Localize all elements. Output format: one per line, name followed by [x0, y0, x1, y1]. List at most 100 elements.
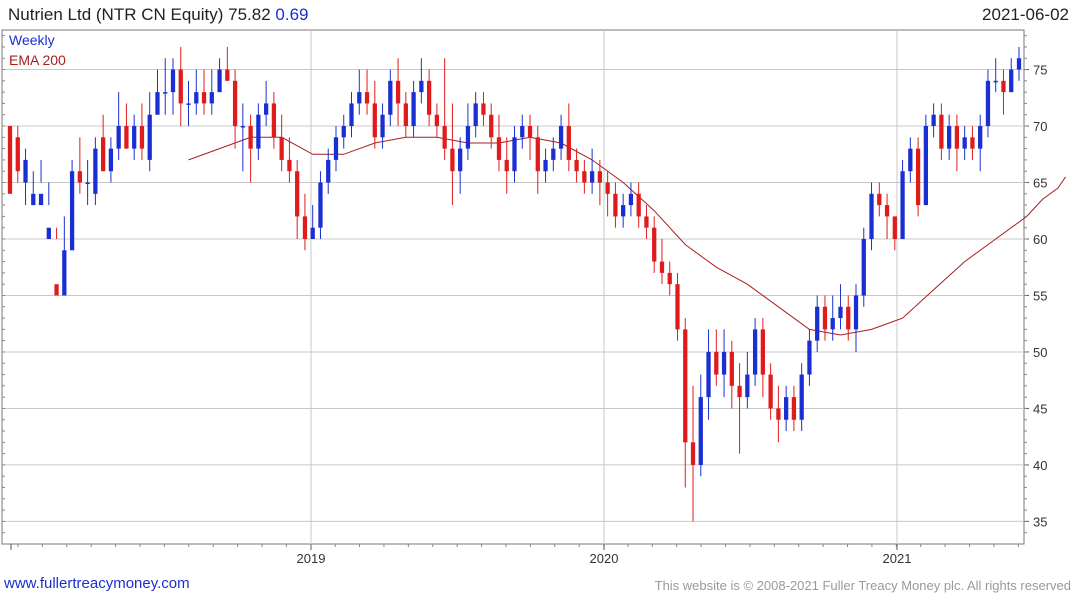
candle [473, 92, 478, 138]
y-tick-label: 45 [1033, 401, 1047, 416]
candle [403, 92, 408, 138]
candle-body [209, 92, 214, 104]
y-tick-label: 60 [1033, 232, 1047, 247]
candle [318, 171, 323, 239]
candle [698, 374, 703, 477]
candle-body [978, 126, 983, 149]
candle [636, 182, 641, 228]
candle-body [551, 148, 556, 160]
candle-body [85, 182, 90, 185]
candle-body [341, 126, 346, 138]
candle [931, 103, 936, 138]
candle-body [395, 80, 401, 104]
candle [163, 58, 168, 115]
candle [574, 148, 579, 183]
candle [884, 193, 890, 239]
candle-body [295, 171, 300, 217]
candle-body [690, 442, 696, 465]
candle [675, 272, 680, 341]
candle [760, 318, 766, 398]
candle [178, 46, 183, 127]
candle [923, 114, 928, 206]
candle-body [489, 114, 494, 138]
candle [768, 363, 773, 420]
candle-body [1016, 58, 1022, 70]
candle-body [450, 148, 455, 172]
candle-body [520, 126, 525, 138]
candle-body [333, 137, 339, 160]
candle [101, 114, 106, 172]
candle [504, 137, 509, 194]
candle-body [426, 80, 432, 115]
candle [714, 329, 719, 386]
candle-body [853, 295, 859, 330]
legend-ema-200: EMA 200 [9, 52, 66, 68]
candle [869, 182, 874, 251]
candle [683, 318, 688, 488]
candle [970, 126, 975, 160]
candle-body [411, 92, 416, 127]
candle-body [605, 182, 610, 194]
candle-body [163, 92, 168, 94]
candle [225, 46, 230, 81]
candle [419, 58, 424, 104]
y-tick-label: 35 [1033, 514, 1047, 529]
candle [721, 329, 727, 398]
candle [690, 385, 696, 522]
candle [1009, 58, 1014, 93]
candle-body [155, 92, 160, 115]
candle-body [535, 137, 540, 172]
candle [892, 216, 897, 251]
candle [582, 159, 587, 194]
candle-body [23, 159, 28, 183]
candle [85, 159, 90, 206]
candle-body [675, 284, 680, 330]
candle-body [38, 193, 44, 206]
candle [481, 92, 486, 127]
candle-body [644, 216, 649, 228]
candle [209, 69, 214, 115]
candle [915, 137, 921, 217]
candle-body [388, 80, 393, 115]
candle [776, 385, 781, 443]
candle [853, 284, 859, 352]
candle-body [815, 306, 820, 341]
candle [659, 238, 665, 285]
candle-body [1001, 80, 1006, 93]
candle-body [628, 193, 634, 206]
candle-body [132, 126, 137, 149]
website-link[interactable]: www.fullertreacymoney.com [4, 575, 190, 592]
candle [745, 351, 750, 409]
candle [333, 126, 339, 172]
candle-body [318, 182, 323, 228]
candle [7, 126, 13, 194]
candle [295, 159, 300, 239]
candle-body [993, 80, 998, 83]
candle-body [364, 92, 370, 104]
candle-body [124, 126, 129, 149]
candle-body [830, 318, 835, 330]
candle-body [496, 137, 502, 160]
candle [784, 385, 789, 432]
candle [248, 114, 253, 183]
candle-body [784, 397, 789, 420]
candle [993, 58, 998, 93]
candle [54, 227, 59, 296]
candle [652, 216, 657, 273]
candle-body [77, 171, 82, 183]
candle [667, 261, 672, 296]
candle [815, 295, 820, 352]
candle [395, 58, 401, 127]
candle-body [186, 103, 191, 105]
plot-frame [1, 29, 1025, 545]
candle-body [201, 92, 207, 104]
candle [947, 114, 952, 160]
candle-body [225, 69, 230, 81]
candle [349, 92, 354, 138]
candle [77, 137, 82, 194]
candle [240, 103, 245, 172]
candle [186, 80, 191, 127]
candle-body [667, 272, 672, 285]
candle [791, 385, 797, 432]
candle-body [582, 171, 587, 183]
